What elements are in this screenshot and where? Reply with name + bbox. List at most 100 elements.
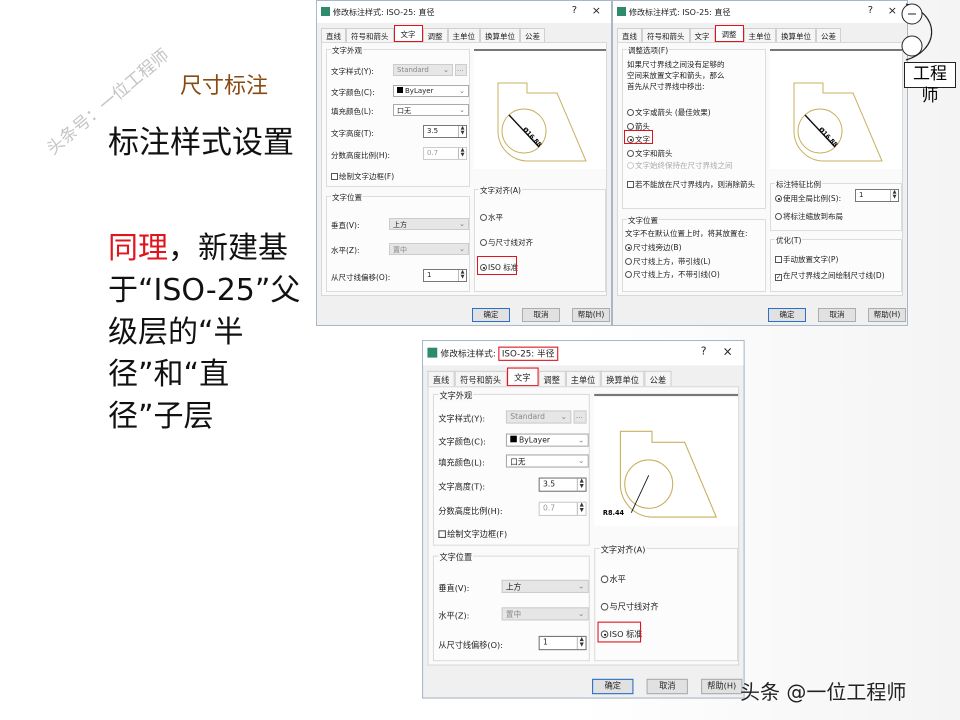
vertical-select[interactable]: 上方⌄ — [389, 218, 469, 230]
radio-label: 文字始终保持在尺寸界线之间 — [635, 161, 733, 170]
close-icon[interactable]: × — [592, 4, 601, 17]
text-height-stepper[interactable]: 3.5▲▼ — [423, 125, 467, 138]
fill-color-label: 填充颜色(L): — [438, 457, 484, 469]
spin-arrows-icon[interactable]: ▲▼ — [458, 126, 466, 137]
tab-symbols-arrows[interactable]: 符号和箭头 — [455, 371, 507, 386]
ok-button[interactable]: 确定 — [768, 308, 806, 322]
text-style-select[interactable]: Standard⌄ — [393, 64, 453, 76]
suppress-arrows-checkbox[interactable]: 若不能放在尺寸界线内，则消除箭头 — [627, 179, 755, 190]
tab-text[interactable]: 文字 — [394, 25, 423, 42]
tab-primary-units[interactable]: 主单位 — [744, 28, 777, 42]
fraction-scale-stepper[interactable]: 0.7▲▼ — [423, 147, 467, 160]
help-icon[interactable]: ? — [701, 346, 707, 358]
horizontal-label: 水平(Z): — [331, 245, 360, 256]
align-horizontal-radio[interactable]: 水平 — [601, 573, 626, 585]
preview-pane: Ø16.88 — [474, 49, 606, 169]
tab-symbols-arrows[interactable]: 符号和箭头 — [346, 28, 394, 42]
help-icon[interactable]: ? — [868, 5, 873, 16]
help-button[interactable]: 帮助(H) — [868, 308, 906, 322]
text-height-label: 文字高度(T): — [331, 128, 374, 139]
placement-no-leader-radio[interactable]: 尺寸线上方，不带引线(O) — [625, 269, 720, 280]
preview-drawing: Ø16.88 — [474, 51, 606, 169]
placement-leader-radio[interactable]: 尺寸线上方，带引线(L) — [625, 256, 711, 267]
align-with-line-radio[interactable]: 与尺寸线对齐 — [480, 237, 533, 248]
tab-tolerances[interactable]: 公差 — [520, 28, 545, 42]
tab-alternate-units[interactable]: 换算单位 — [776, 28, 816, 42]
fit-keep-text-radio[interactable]: 文字始终保持在尺寸界线之间 — [627, 160, 733, 171]
offset-stepper[interactable]: 1▲▼ — [539, 636, 587, 650]
title-bar: 修改标注样式: ISO-25: 直径 ? × — [613, 1, 907, 23]
radio-label: 与尺寸线对齐 — [609, 602, 658, 612]
text-style-more-button[interactable]: ... — [574, 410, 587, 423]
tab-fit[interactable]: 调整 — [715, 25, 744, 42]
spin-arrows-icon[interactable]: ▲▼ — [577, 637, 586, 649]
ok-button[interactable]: 确定 — [472, 308, 510, 322]
radio-selected-icon — [625, 244, 632, 251]
global-scale-radio[interactable]: 使用全局比例(S): — [775, 193, 841, 204]
tab-text[interactable]: 文字 — [506, 368, 538, 387]
tab-lines[interactable]: 直线 — [427, 371, 454, 386]
fill-color-select[interactable]: 口无⌄ — [506, 454, 589, 467]
vertical-select[interactable]: 上方⌄ — [502, 580, 589, 593]
text-alignment-group: 文字对齐(A) 水平 与尺寸线对齐 ISO 标准 — [474, 189, 606, 292]
tab-primary-units[interactable]: 主单位 — [448, 28, 481, 42]
draw-dimline-checkbox[interactable]: ✓在尺寸界线之间绘制尺寸线(D) — [775, 270, 885, 281]
fit-text-and-arrows-radio[interactable]: 文字和箭头 — [627, 148, 673, 159]
help-button[interactable]: 帮助(H) — [701, 679, 742, 694]
tab-lines[interactable]: 直线 — [321, 28, 346, 42]
tab-primary-units[interactable]: 主单位 — [565, 371, 600, 386]
placement-description: 文字不在默认位置上时，将其放置在: — [625, 228, 748, 239]
global-scale-stepper[interactable]: 1▲▼ — [855, 189, 899, 202]
manual-place-checkbox[interactable]: 手动放置文字(P) — [775, 254, 838, 265]
draw-frame-checkbox[interactable]: 绘制文字边框(F) — [331, 171, 394, 182]
title-prefix: 修改标注样式: — [441, 349, 499, 359]
scale-to-layout-radio[interactable]: 将标注缩放到布局 — [775, 211, 843, 222]
fit-text-or-arrows-radio[interactable]: 文字或箭头 (最佳效果) — [627, 107, 711, 118]
horizontal-select[interactable]: 置中⌄ — [389, 243, 469, 255]
tab-fit[interactable]: 调整 — [423, 28, 448, 42]
chevron-down-icon: ⌄ — [578, 436, 584, 445]
help-button[interactable]: 帮助(H) — [572, 308, 610, 322]
tab-tolerances[interactable]: 公差 — [644, 371, 671, 386]
spin-arrows-icon[interactable]: ▲▼ — [577, 479, 586, 491]
align-horizontal-radio[interactable]: 水平 — [480, 212, 503, 223]
spin-arrows-icon[interactable]: ▲▼ — [458, 148, 466, 159]
spin-arrows-icon[interactable]: ▲▼ — [458, 270, 466, 281]
fit-options-group: 调整选项(F) 如果尺寸界线之间没有足够的空间来放置文字和箭头，那么首先从尺寸界… — [622, 49, 766, 209]
text-height-stepper[interactable]: 3.5 ▲▼ — [539, 478, 587, 492]
close-icon[interactable]: × — [723, 344, 733, 358]
text-style-select[interactable]: Standard⌄ — [506, 410, 571, 423]
cancel-button[interactable]: 取消 — [647, 679, 688, 694]
text-style-more-button[interactable]: ... — [455, 64, 467, 76]
fraction-scale-stepper[interactable]: 0.7▲▼ — [539, 502, 587, 516]
tab-symbols-arrows[interactable]: 符号和箭头 — [642, 28, 690, 42]
ok-button[interactable]: 确定 — [592, 679, 633, 694]
placement-beside-radio[interactable]: 尺寸线旁边(B) — [625, 242, 682, 253]
spin-arrows-icon[interactable]: ▲▼ — [890, 190, 898, 201]
cancel-button[interactable]: 取消 — [818, 308, 856, 322]
help-icon[interactable]: ? — [572, 5, 577, 16]
tab-alternate-units[interactable]: 换算单位 — [601, 371, 645, 386]
horizontal-select[interactable]: 置中⌄ — [502, 607, 589, 620]
group-title: 文字外观 — [331, 45, 363, 56]
select-value: 口无 — [397, 107, 411, 115]
checkbox-icon — [331, 173, 338, 180]
fill-color-select[interactable]: 口无⌄ — [393, 104, 469, 116]
text-color-select[interactable]: ByLayer⌄ — [506, 434, 589, 447]
svg-text:Ø16.88: Ø16.88 — [817, 126, 839, 148]
cancel-button[interactable]: 取消 — [522, 308, 560, 322]
tab-tolerances[interactable]: 公差 — [816, 28, 841, 42]
close-icon[interactable]: × — [888, 4, 897, 17]
spin-arrows-icon[interactable]: ▲▼ — [577, 503, 586, 515]
offset-stepper[interactable]: 1▲▼ — [423, 269, 467, 282]
tab-alternate-units[interactable]: 换算单位 — [480, 28, 520, 42]
checkbox-label: 绘制文字边框(F) — [447, 529, 507, 539]
preview-pane: R8.44 — [594, 394, 738, 526]
text-color-select[interactable]: ByLayer⌄ — [393, 85, 469, 97]
tab-fit[interactable]: 调整 — [538, 371, 565, 386]
tab-lines[interactable]: 直线 — [617, 28, 642, 42]
tab-text[interactable]: 文字 — [690, 28, 715, 42]
align-with-line-radio[interactable]: 与尺寸线对齐 — [601, 601, 659, 613]
stepper-value: 3.5 — [543, 480, 555, 489]
draw-frame-checkbox[interactable]: 绘制文字边框(F) — [438, 528, 507, 540]
